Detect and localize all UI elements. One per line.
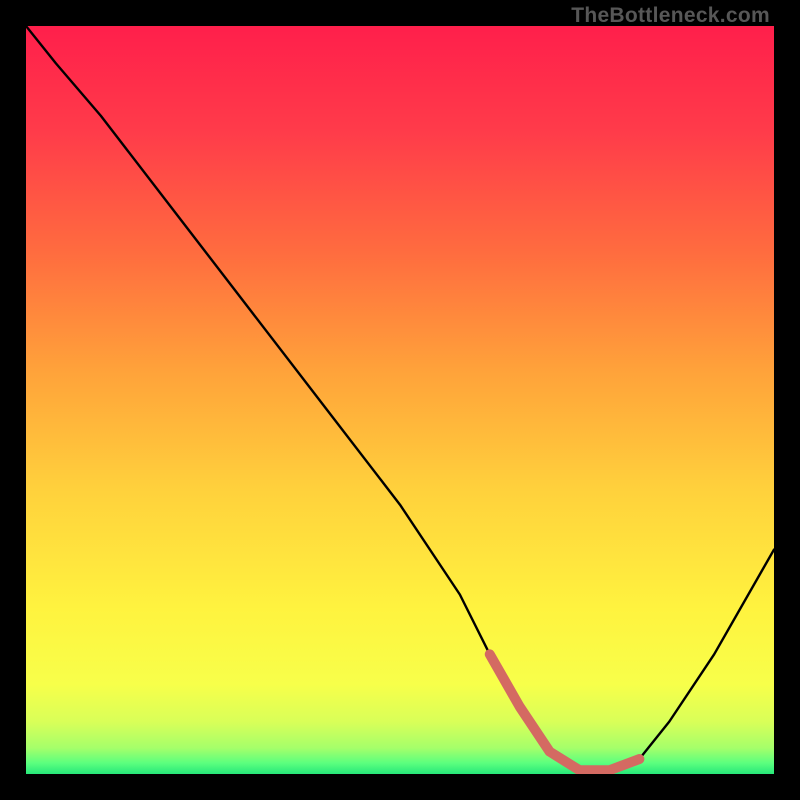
watermark-text: TheBottleneck.com bbox=[571, 4, 770, 28]
bottleneck-curve bbox=[26, 26, 774, 774]
chart-frame bbox=[26, 26, 774, 774]
